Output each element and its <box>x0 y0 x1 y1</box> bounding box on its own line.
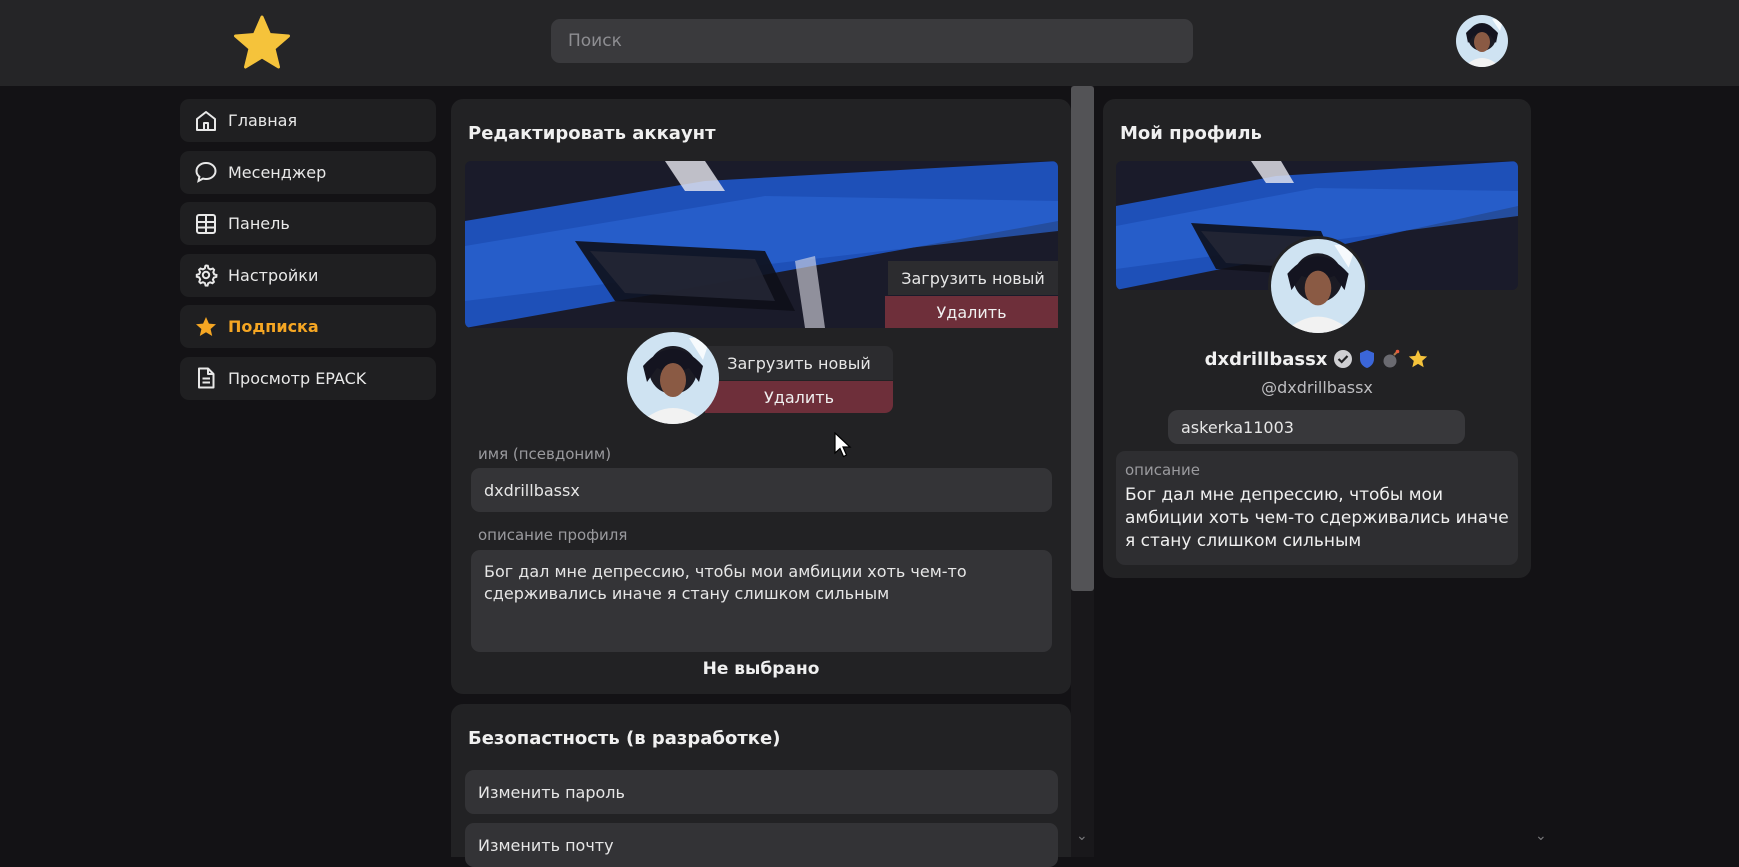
profile-handle: @dxdrillbassx <box>1261 378 1373 397</box>
profile-username: dxdrillbassx <box>1204 348 1328 370</box>
star-badge-icon <box>1409 349 1428 368</box>
profile-description-text: Бог дал мне депрессию, чтобы мои амбиции… <box>1125 485 1509 551</box>
sidebar-nav: Главная Месенджер Панель Настройки Подпи… <box>180 99 436 408</box>
verified-badge-icon <box>1334 350 1353 368</box>
sidebar-item-messenger[interactable]: Месенджер <box>180 150 436 194</box>
profile-avatar <box>1268 236 1368 336</box>
gear-icon <box>195 264 218 287</box>
document-icon <box>198 367 215 389</box>
sidebar-item-label: Главная <box>228 111 298 130</box>
change-password-button[interactable]: Изменить пароль <box>465 770 1058 814</box>
scroll-down-arrow-icon[interactable]: ⌄ <box>1076 828 1088 844</box>
top-bar <box>0 0 1739 86</box>
sidebar-item-label: Панель <box>228 214 290 233</box>
mouse-cursor-icon <box>834 432 852 458</box>
scrollbar-thumb[interactable] <box>1071 86 1094 591</box>
profile-chip: askerka11003 <box>1168 410 1465 444</box>
profile-description-box: описание Бог дал мне депрессию, чтобы мо… <box>1116 451 1518 565</box>
search-input[interactable] <box>551 19 1193 63</box>
profile-description-label: описание <box>1125 461 1200 479</box>
chat-icon <box>195 161 217 183</box>
sidebar-item-label: Настройки <box>228 265 319 285</box>
avatar-upload-button[interactable]: Загрузить новый <box>705 346 893 380</box>
sidebar-item-subscription[interactable]: Подписка <box>180 305 436 348</box>
description-label: описание профиля <box>478 526 628 544</box>
banner-upload-button[interactable]: Загрузить новый <box>888 261 1058 295</box>
edit-account-title: Редактировать аккаунт <box>468 123 716 144</box>
edit-avatar <box>627 332 719 424</box>
description-textarea[interactable]: Бог дал мне депрессию, чтобы мои амбиции… <box>471 550 1052 652</box>
security-title: Безопастность (в разработке) <box>468 728 781 749</box>
my-profile-title: Мой профиль <box>1120 123 1262 144</box>
avatar-delete-button[interactable]: Удалить <box>705 381 893 413</box>
shield-badge-icon <box>1360 350 1375 368</box>
scroll-down-arrow-icon[interactable]: ⌄ <box>1535 828 1547 844</box>
name-input[interactable] <box>471 468 1052 512</box>
banner-delete-button[interactable]: Удалить <box>885 296 1058 328</box>
change-email-button[interactable]: Изменить почту <box>465 823 1058 867</box>
dashboard-icon <box>196 213 216 234</box>
sidebar-item-epack[interactable]: Просмотр EPACK <box>180 356 436 400</box>
sidebar-item-label: Месенджер <box>228 162 327 182</box>
not-selected-text: Не выбрано <box>702 659 820 679</box>
name-label: имя (псевдоним) <box>478 445 612 463</box>
home-icon <box>196 110 216 131</box>
sidebar-item-settings[interactable]: Настройки <box>180 253 436 297</box>
sidebar-item-label: Подписка <box>228 317 319 336</box>
star-logo-icon[interactable] <box>232 13 292 73</box>
bomb-badge-icon <box>1383 349 1400 368</box>
sidebar-item-label: Просмотр EPACK <box>228 368 367 388</box>
sidebar-item-home[interactable]: Главная <box>180 99 436 142</box>
star-icon <box>196 316 216 336</box>
profile-name-row: dxdrillbassx <box>1103 348 1531 370</box>
sidebar-item-dashboard[interactable]: Панель <box>180 202 436 245</box>
user-avatar[interactable] <box>1456 15 1508 67</box>
